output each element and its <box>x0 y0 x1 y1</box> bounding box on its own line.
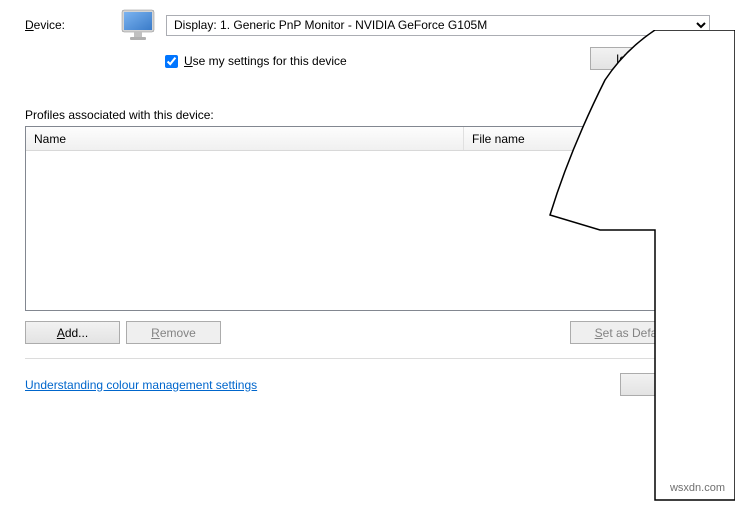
identify-monitors-button[interactable]: Identify moni <box>590 47 710 70</box>
column-filename[interactable]: File name <box>464 132 709 146</box>
remove-button: Remove <box>126 321 221 344</box>
profiles-listbox[interactable]: Name File name <box>25 126 710 311</box>
use-settings-label[interactable]: Use my settings for this device <box>184 54 347 68</box>
list-header: Name File name <box>26 127 709 151</box>
use-settings-checkbox[interactable] <box>165 55 178 68</box>
set-default-profile-button: Set as Default Pr <box>570 321 710 344</box>
watermark: wsxdn.com <box>670 482 725 494</box>
monitor-icon <box>120 8 156 42</box>
device-label: Device: <box>25 18 110 32</box>
profiles-label: Profiles associated with this device: <box>25 108 710 122</box>
device-select[interactable]: Display: 1. Generic PnP Monitor - NVIDIA… <box>166 15 710 36</box>
column-name[interactable]: Name <box>34 127 464 150</box>
bottom-right-button[interactable]: P <box>620 373 710 396</box>
add-button[interactable]: Add... <box>25 321 120 344</box>
understanding-link[interactable]: Understanding colour management settings <box>25 378 257 392</box>
separator <box>25 358 710 359</box>
